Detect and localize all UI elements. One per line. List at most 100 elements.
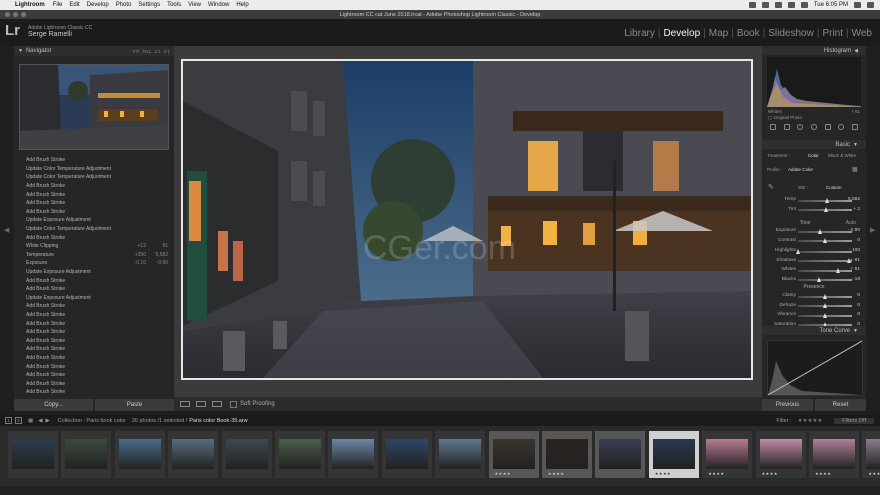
history-item[interactable]: Add Brush Stroke: [14, 362, 174, 371]
menu-help[interactable]: Help: [236, 2, 248, 8]
zoom-fit[interactable]: FIT: [133, 49, 140, 54]
reset-button[interactable]: Reset: [815, 399, 866, 411]
collapse-left-icon[interactable]: ◀: [4, 226, 9, 234]
filters-off-dropdown[interactable]: Filters Off: [834, 417, 874, 424]
paste-button[interactable]: Paste: [95, 399, 174, 411]
minimize-window-icon[interactable]: [13, 12, 18, 17]
slider-value[interactable]: - 19: [852, 277, 860, 282]
copy-button[interactable]: Copy...: [14, 399, 93, 411]
history-item[interactable]: Add Brush Stroke: [14, 276, 174, 285]
slider-handle[interactable]: [822, 293, 827, 299]
slider-value[interactable]: + 2: [853, 207, 860, 212]
histogram-header[interactable]: Histogram ◀: [762, 46, 866, 55]
slider-value[interactable]: 0: [857, 293, 860, 298]
tone-curve-header[interactable]: Tone Curve ▼: [762, 326, 866, 335]
slider-handle[interactable]: [822, 238, 827, 243]
secondary-window-2[interactable]: 2: [15, 417, 22, 424]
history-item[interactable]: Update Exposure Adjustment: [14, 268, 174, 277]
module-print[interactable]: Print: [819, 28, 846, 39]
profile-value[interactable]: Adobe Color: [788, 167, 813, 172]
menu-tools[interactable]: Tools: [167, 2, 181, 8]
auto-tone-button[interactable]: Auto: [846, 220, 856, 226]
module-develop[interactable]: Develop: [660, 28, 703, 39]
notification-icon[interactable]: [867, 2, 874, 8]
graduated-filter-icon[interactable]: [824, 124, 831, 130]
filmstrip-thumbnail[interactable]: [275, 431, 325, 478]
original-photo-checkbox[interactable]: ▢ Original Photo: [768, 115, 802, 121]
history-item[interactable]: Add Brush Stroke: [14, 233, 174, 242]
slider-value[interactable]: + 51: [851, 267, 860, 272]
battery-icon[interactable]: [800, 2, 808, 8]
filmstrip-thumbnail[interactable]: [435, 431, 486, 478]
histogram[interactable]: [767, 57, 861, 107]
slider-track[interactable]: [798, 260, 852, 262]
filmstrip-thumbnail[interactable]: ★★★★: [542, 431, 592, 478]
filmstrip-thumbnail[interactable]: ★★★★: [809, 431, 859, 478]
slider-track[interactable]: [798, 250, 852, 253]
menu-window[interactable]: Window: [208, 2, 229, 8]
history-item[interactable]: Add Brush Stroke: [14, 302, 174, 311]
history-item[interactable]: Add Brush Stroke: [14, 336, 174, 345]
loupe-view-icon[interactable]: [180, 401, 190, 407]
rating-filter-stars-icon[interactable]: ★★★★★: [798, 418, 823, 424]
radial-filter-icon[interactable]: [838, 124, 845, 130]
slider-handle[interactable]: [795, 248, 800, 254]
dropbox-icon[interactable]: [748, 2, 756, 8]
grid-icon[interactable]: ▦: [28, 418, 33, 424]
menu-edit[interactable]: Edit: [69, 2, 79, 8]
filmstrip-thumbnail[interactable]: [114, 431, 165, 478]
close-window-icon[interactable]: [5, 12, 10, 17]
module-web[interactable]: Web: [849, 28, 875, 39]
menu-photo[interactable]: Photo: [116, 2, 132, 8]
left-panel-edge[interactable]: ◀: [0, 46, 14, 411]
filmstrip-thumbnail[interactable]: [8, 431, 58, 478]
disclosure-triangle-icon[interactable]: ▼: [853, 142, 858, 148]
history-item[interactable]: Add Brush Stroke: [14, 328, 174, 337]
disclosure-triangle-icon[interactable]: ◀: [854, 48, 858, 54]
search-icon[interactable]: [854, 2, 861, 8]
slider-handle[interactable]: [825, 197, 830, 203]
collapse-right-icon[interactable]: ▶: [870, 226, 875, 234]
module-library[interactable]: Library: [621, 28, 658, 39]
volume-icon[interactable]: [787, 2, 795, 8]
filmstrip-thumbnail[interactable]: [221, 431, 272, 478]
red-eye-icon[interactable]: [810, 124, 817, 130]
slider-track[interactable]: [798, 269, 852, 272]
navigator-preview[interactable]: [19, 64, 169, 150]
slider-handle[interactable]: [836, 267, 840, 273]
history-item[interactable]: White Clipping +12 91: [14, 242, 174, 251]
photo-canvas[interactable]: CGer.com: [183, 61, 751, 378]
back-arrow-icon[interactable]: ◀: [38, 418, 42, 424]
slider-track[interactable]: [798, 279, 852, 281]
slider-value[interactable]: - 100: [849, 248, 860, 253]
before-after-icon[interactable]: [196, 401, 206, 407]
history-item[interactable]: Update Color Temperature Adjustment: [14, 225, 174, 234]
module-book[interactable]: Book: [734, 28, 763, 39]
secondary-window-1[interactable]: 1: [5, 417, 12, 424]
history-item[interactable]: Temperature +350 5,582: [14, 251, 174, 260]
zoom-fill[interactable]: FILL: [142, 49, 151, 54]
slider-handle[interactable]: [817, 277, 822, 282]
profile-browser-icon[interactable]: ▦: [852, 166, 858, 173]
bottom-panel-edge[interactable]: [0, 486, 880, 495]
filmstrip-thumbnail[interactable]: ★★★★: [648, 431, 699, 478]
history-item[interactable]: Add Brush Stroke: [14, 388, 174, 397]
module-slideshow[interactable]: Slideshow: [765, 28, 817, 39]
filmstrip-thumbnail[interactable]: [328, 431, 379, 478]
slider-value[interactable]: - 0.90: [848, 228, 860, 233]
slider-handle[interactable]: [823, 207, 828, 212]
tone-curve-graph[interactable]: [767, 340, 863, 396]
history-item[interactable]: Update Exposure Adjustment: [14, 294, 174, 303]
filmstrip-thumbnail[interactable]: ★★★★: [702, 431, 753, 478]
crop-icon[interactable]: [783, 124, 790, 130]
slider-value[interactable]: + 91: [851, 258, 860, 263]
filmstrip-thumbnail[interactable]: ★★★★: [488, 431, 539, 478]
wifi-icon[interactable]: [774, 2, 782, 8]
selected-filename[interactable]: Paris color Book-39.arw: [189, 418, 247, 424]
slider-value[interactable]: 0: [857, 303, 860, 308]
filmstrip-thumbnail[interactable]: [595, 431, 646, 478]
history-item[interactable]: Add Brush Stroke: [14, 156, 174, 165]
menu-develop[interactable]: Develop: [87, 2, 109, 8]
basic-header[interactable]: Basic ▼: [762, 140, 866, 149]
treatment-bw[interactable]: Black & White: [828, 153, 856, 158]
